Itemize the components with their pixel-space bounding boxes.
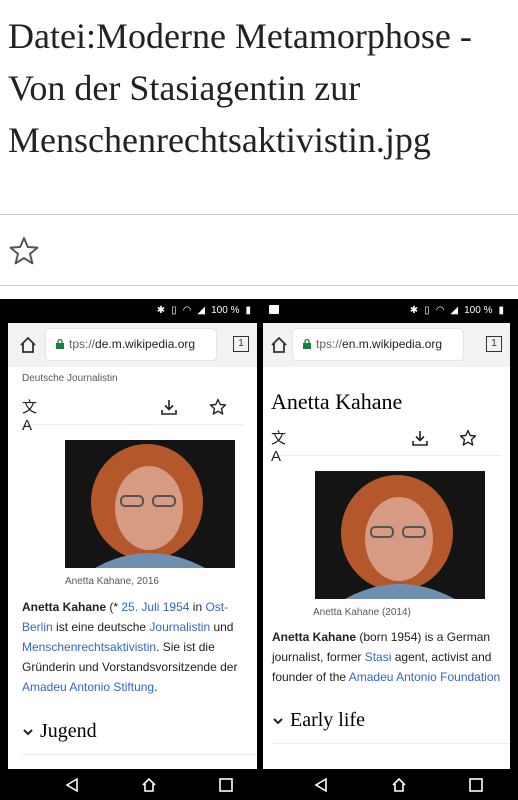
android-navbar bbox=[8, 769, 257, 800]
section-divider bbox=[22, 754, 257, 755]
android-navbar bbox=[263, 769, 510, 800]
vibrate-icon: ▯ bbox=[171, 305, 177, 316]
journalist-link[interactable]: Journalistin bbox=[149, 620, 210, 634]
foundation-link[interactable]: Amadeu Antonio Stiftung bbox=[22, 680, 154, 694]
url-field[interactable]: tps://en.m.wikipedia.org bbox=[293, 329, 463, 360]
section-heading-jugend[interactable]: Jugend bbox=[22, 720, 97, 743]
status-bar: ✱ ▯ ◠ ◢ 100 % ▮ bbox=[263, 299, 510, 323]
browser-toolbar: tps://en.m.wikipedia.org 1 bbox=[263, 323, 510, 367]
portrait-photo bbox=[315, 471, 485, 599]
phone-german: ✱ ▯ ◠ ◢ 100 % ▮ tps://de.m.wikipedia.org… bbox=[8, 299, 257, 769]
subject-name: Anetta Kahane bbox=[272, 630, 357, 644]
battery-level: 100 % bbox=[464, 305, 493, 316]
image-notification-icon bbox=[269, 305, 279, 314]
recents-icon[interactable] bbox=[468, 777, 484, 793]
image-caption: Anetta Kahane, 2016 bbox=[65, 576, 159, 587]
url-domain: de.m.wikipedia.org bbox=[95, 337, 196, 351]
bluetooth-icon: ✱ bbox=[156, 305, 166, 316]
browser-toolbar: tps://de.m.wikipedia.org 1 bbox=[8, 323, 257, 367]
title-divider bbox=[0, 214, 518, 215]
lead-text: . bbox=[154, 680, 158, 694]
signal-icon: ◢ bbox=[450, 305, 459, 316]
home-icon[interactable] bbox=[18, 335, 38, 355]
url-prefix: tps:// bbox=[316, 337, 343, 351]
page-actions: 文A bbox=[22, 390, 243, 434]
portrait-image bbox=[65, 440, 235, 568]
wifi-icon: ◠ bbox=[435, 305, 445, 316]
section-title: Jugend bbox=[40, 720, 97, 742]
url-field[interactable]: tps://de.m.wikipedia.org bbox=[46, 329, 216, 360]
lock-icon bbox=[56, 339, 64, 349]
birthdate-link[interactable]: 25. Juli 1954 bbox=[121, 600, 189, 614]
vibrate-icon: ▯ bbox=[424, 305, 430, 316]
lock-icon bbox=[303, 339, 311, 349]
download-icon[interactable] bbox=[160, 398, 178, 416]
url-prefix: tps:// bbox=[69, 337, 96, 351]
watch-star-icon[interactable] bbox=[8, 235, 40, 267]
activist-link[interactable]: Menschenrechtsaktivistin bbox=[22, 640, 156, 654]
recents-icon[interactable] bbox=[218, 777, 234, 793]
subject-name: Anetta Kahane bbox=[22, 600, 107, 614]
portrait-photo bbox=[65, 440, 235, 568]
language-icon[interactable]: 文A bbox=[22, 396, 40, 434]
back-icon[interactable] bbox=[64, 777, 80, 793]
wifi-icon: ◠ bbox=[182, 305, 192, 316]
battery-icon: ▮ bbox=[498, 305, 504, 316]
section-heading-early-life[interactable]: Early life bbox=[272, 709, 365, 732]
signal-icon: ◢ bbox=[197, 305, 206, 316]
lead-text: ist eine deutsche bbox=[52, 620, 150, 634]
bluetooth-icon: ✱ bbox=[409, 305, 419, 316]
toolbar-divider bbox=[0, 285, 518, 286]
star-icon[interactable] bbox=[209, 398, 227, 416]
download-icon[interactable] bbox=[411, 429, 429, 447]
foundation-link[interactable]: Amadeu Antonio Foundation bbox=[349, 670, 500, 684]
tab-switcher-button[interactable]: 1 bbox=[486, 336, 502, 352]
battery-icon: ▮ bbox=[245, 305, 251, 316]
phone-english: ✱ ▯ ◠ ◢ 100 % ▮ tps://en.m.wikipedia.org… bbox=[263, 299, 510, 769]
portrait-image bbox=[315, 471, 485, 599]
home-nav-icon[interactable] bbox=[391, 777, 407, 793]
battery-level: 100 % bbox=[211, 305, 240, 316]
lead-text: und bbox=[210, 620, 234, 634]
lead-text: in bbox=[189, 600, 206, 614]
chevron-down-icon bbox=[273, 718, 283, 725]
status-bar: ✱ ▯ ◠ ◢ 100 % ▮ bbox=[8, 299, 257, 323]
home-icon[interactable] bbox=[269, 335, 289, 355]
chevron-down-icon bbox=[23, 729, 33, 736]
lead-paragraph: Anetta Kahane (* 25. Juli 1954 in Ost-Be… bbox=[22, 597, 257, 697]
image-caption: Anetta Kahane (2014) bbox=[313, 607, 411, 618]
stasi-link[interactable]: Stasi bbox=[365, 650, 392, 664]
lead-text: (* bbox=[106, 600, 122, 614]
section-title: Early life bbox=[290, 709, 365, 731]
tab-switcher-button[interactable]: 1 bbox=[233, 336, 249, 352]
back-icon[interactable] bbox=[313, 777, 329, 793]
url-domain: en.m.wikipedia.org bbox=[342, 337, 443, 351]
page-title: Datei:Moderne Metamorphose - Von der Sta… bbox=[8, 16, 472, 160]
star-icon[interactable] bbox=[459, 429, 477, 447]
article-description: Deutsche Journalistin bbox=[22, 373, 118, 384]
page-actions: 文A bbox=[271, 421, 502, 465]
section-divider bbox=[272, 743, 510, 744]
language-icon[interactable]: 文A bbox=[271, 427, 289, 465]
lead-paragraph: Anetta Kahane (born 1954) is a German jo… bbox=[272, 627, 510, 687]
home-nav-icon[interactable] bbox=[141, 777, 157, 793]
article-title: Anetta Kahane bbox=[271, 389, 403, 414]
screenshot-image: ✱ ▯ ◠ ◢ 100 % ▮ tps://de.m.wikipedia.org… bbox=[0, 299, 518, 800]
